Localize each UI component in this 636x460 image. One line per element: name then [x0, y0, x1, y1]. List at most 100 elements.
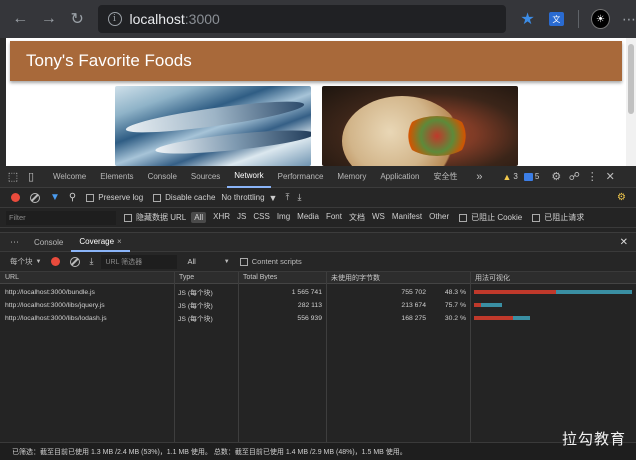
network-toolbar: ▼ ⚲ Preserve log Disable cache No thrott… [0, 188, 636, 208]
column-header-usage-visualization[interactable]: 用法可视化 [470, 272, 636, 284]
page-scrollbar[interactable] [626, 38, 636, 166]
cell-unused-pct: 30.2 % [444, 314, 466, 322]
more-tabs-icon[interactable]: » [470, 168, 488, 186]
devtools-panel: ⬚ ▯ Welcome Elements Console Sources Network… [0, 166, 636, 460]
blocked-cookies-label: 已阻止 Cookie [471, 213, 523, 222]
drawer-tab[interactable]: Coverage × [71, 232, 130, 252]
type-filter-chip[interactable]: XHR [213, 212, 230, 223]
devtools-tab[interactable]: Console [141, 166, 184, 188]
back-icon[interactable]: ← [6, 4, 35, 34]
favorite-star-icon[interactable]: ★ [520, 9, 534, 29]
watermark-text: 拉勾教育 [562, 430, 627, 448]
search-icon[interactable]: ⚲ [69, 192, 76, 203]
network-settings-gear-icon[interactable]: ⚙ [617, 192, 626, 203]
column-divider [238, 272, 239, 442]
devtools-tab[interactable]: Application [373, 166, 426, 188]
granularity-select[interactable]: 每个块 [10, 256, 33, 267]
export-har-icon[interactable]: ⤓ [297, 192, 301, 203]
export-coverage-icon[interactable]: ⤓ [89, 256, 93, 267]
type-filter-chip[interactable]: Img [277, 212, 290, 223]
close-devtools-icon[interactable]: ✕ [601, 168, 619, 186]
preserve-log-checkbox[interactable]: Preserve log [86, 193, 143, 202]
blocked-cookies-checkbox[interactable]: 已阻止 Cookie [459, 212, 522, 223]
type-filter-chip[interactable]: Font [326, 212, 342, 223]
reload-icon[interactable]: ↻ [63, 4, 92, 34]
warning-icon: ▲ [502, 171, 512, 182]
coverage-type-select[interactable]: All [187, 257, 195, 266]
devtools-tab[interactable]: Performance [271, 166, 331, 188]
devtools-tab[interactable]: 安全性 [426, 166, 464, 188]
coverage-table: URL Type Total Bytes 未使用的字节数 用法可视化 http:… [0, 272, 636, 442]
cell-total-bytes: 556 939 [297, 314, 322, 322]
cell-unused-bytes: 213 674 [401, 301, 426, 309]
checkbox-box [532, 213, 541, 222]
column-header-type[interactable]: Type [174, 272, 238, 284]
devtools-tab[interactable]: Welcome [46, 166, 93, 188]
close-tab-icon[interactable]: × [117, 237, 122, 246]
checkbox-box [239, 257, 248, 266]
settings-gear-icon[interactable]: ⚙ [547, 168, 565, 186]
unused-bytes-bar [513, 316, 531, 320]
cell-unused-pct: 75.7 % [444, 301, 466, 309]
drawer-tab-label: Console [34, 237, 64, 247]
filter-input[interactable]: Filter [6, 210, 116, 225]
blocked-requests-checkbox[interactable]: 已阻止请求 [532, 212, 584, 223]
filter-funnel-icon[interactable]: ▼ [50, 192, 60, 203]
clear-log-icon[interactable] [30, 192, 40, 203]
devtools-tab[interactable]: Elements [93, 166, 140, 188]
type-filter-chip[interactable]: JS [237, 212, 246, 223]
checkbox-box [153, 193, 162, 202]
issues-badge[interactable]: 5 [523, 172, 539, 181]
column-divider [470, 272, 471, 442]
drawer-tab[interactable]: Console [26, 232, 71, 252]
chevron-down-icon: ▼ [35, 258, 42, 265]
disable-cache-checkbox[interactable]: Disable cache [153, 193, 215, 202]
cell-total-bytes: 1 565 741 [291, 288, 322, 296]
more-options-icon[interactable]: ⋮ [583, 168, 601, 186]
import-har-icon[interactable]: ⤒ [285, 192, 289, 203]
cell-url[interactable]: http://localhost:3000/libs/jquery.js [5, 299, 173, 311]
coverage-summary: 已筛选：截至目前已使用 1.3 MB /2.4 MB (53%)，1.1 MB … [0, 442, 636, 460]
type-filter-chip[interactable]: All [191, 212, 207, 223]
type-filter-chip[interactable]: Manifest [392, 212, 422, 223]
type-filter-chip[interactable]: Media [297, 212, 319, 223]
content-scripts-checkbox[interactable]: Content scripts [239, 257, 302, 266]
devtools-tab[interactable]: Memory [330, 166, 373, 188]
devtools-tab[interactable]: Network [227, 166, 271, 188]
warnings-badge[interactable]: ▲ 3 [502, 172, 517, 182]
site-info-icon[interactable]: i [107, 12, 122, 26]
column-header-url[interactable]: URL [0, 272, 174, 284]
start-coverage-record-icon[interactable] [51, 257, 61, 266]
preserve-log-label: Preserve log [98, 193, 144, 202]
throttling-select[interactable]: No throttling [221, 193, 264, 202]
type-filter-chip[interactable]: WS [372, 212, 385, 223]
fish-photo [115, 86, 311, 166]
cell-url[interactable]: http://localhost:3000/bundle.js [5, 286, 173, 298]
type-filter-chip[interactable]: CSS [253, 212, 269, 223]
device-toolbar-icon[interactable]: ▯ [22, 168, 40, 186]
profile-avatar[interactable]: ☀ [590, 9, 611, 29]
forward-icon[interactable]: → [35, 4, 64, 34]
browser-menu-icon[interactable]: ⋯ [622, 12, 636, 26]
translate-extension-icon[interactable]: 文 [548, 12, 564, 26]
drawer-menu-icon[interactable]: ⋯ [10, 237, 20, 248]
address-bar[interactable]: i localhost:3000 [97, 5, 507, 33]
used-bytes-bar [474, 303, 481, 307]
chevron-down-icon: ▼ [268, 192, 278, 203]
inspect-element-icon[interactable]: ⬚ [4, 168, 22, 186]
cell-url[interactable]: http://localhost:3000/libs/lodash.js [5, 312, 173, 324]
viewport-edge [0, 38, 6, 166]
column-header-total-bytes[interactable]: Total Bytes [238, 272, 326, 284]
clear-coverage-icon[interactable] [70, 256, 81, 267]
type-filter-chip[interactable]: 文档 [349, 212, 365, 223]
cell-unused-pct: 48.3 % [444, 288, 466, 296]
devtools-tab[interactable]: Sources [184, 166, 227, 188]
customize-icon[interactable]: ☍ [565, 168, 583, 186]
record-icon[interactable] [11, 193, 20, 202]
hide-data-urls-checkbox[interactable]: 隐藏数据 URL [124, 212, 186, 223]
url-filter-input[interactable]: URL 筛选器 [101, 254, 178, 269]
type-filter-chip[interactable]: Other [429, 212, 449, 223]
close-drawer-icon[interactable]: ✕ [620, 237, 628, 248]
scrollbar-thumb[interactable] [628, 44, 634, 114]
column-header-unused-bytes[interactable]: 未使用的字节数 [326, 272, 470, 284]
